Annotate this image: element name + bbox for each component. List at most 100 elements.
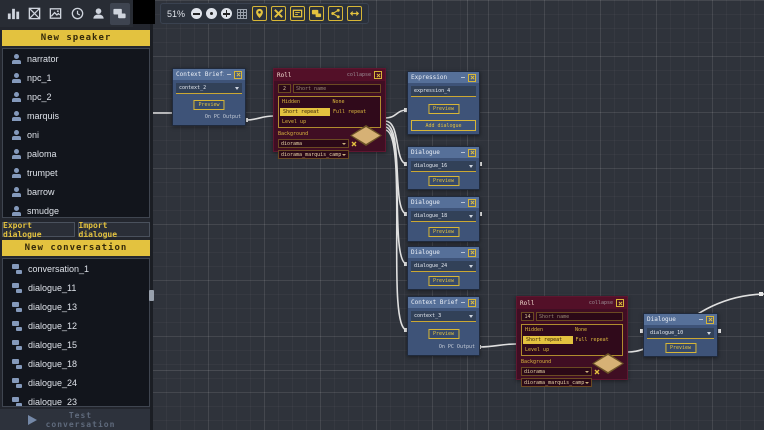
node-context-briefing-1[interactable]: Context Briefing context_2 Preview On PC…	[172, 68, 246, 126]
scene-file-select[interactable]: diorama_marquis_camp	[521, 378, 592, 387]
option-full-repeat[interactable]: Full repeat	[330, 109, 380, 115]
collapse-label[interactable]: collapse	[347, 72, 371, 78]
option-short-repeat-selected[interactable]: Short repeat	[523, 336, 573, 344]
close-icon[interactable]	[468, 298, 476, 307]
close-icon[interactable]	[374, 71, 382, 79]
roll-id-field[interactable]: 14	[521, 312, 534, 321]
node-header[interactable]: Dialogue	[644, 314, 717, 325]
dialogue-select[interactable]: dialogue_10	[647, 328, 714, 339]
context-select[interactable]: context_2	[176, 83, 242, 94]
character-icon[interactable]	[88, 3, 108, 25]
expression-field[interactable]: expression_4	[411, 86, 476, 97]
preview-button[interactable]: Preview	[427, 176, 460, 186]
clock-icon[interactable]	[67, 3, 87, 25]
branch-node-button[interactable]	[328, 6, 344, 21]
zoom-reset-button[interactable]	[206, 8, 218, 19]
test-conversation-button[interactable]: Test conversation	[0, 409, 152, 430]
node-dialogue-4[interactable]: Dialogue dialogue_10 Preview	[643, 313, 718, 357]
close-icon[interactable]	[234, 70, 242, 79]
conversation-list[interactable]: conversation_1 dialogue_11 dialogue_13 d…	[2, 258, 150, 407]
node-header[interactable]: Dialogue	[408, 147, 479, 158]
option-level-up[interactable]: Level up	[522, 347, 572, 353]
minimize-icon[interactable]	[461, 302, 465, 303]
collapse-label[interactable]: collapse	[589, 300, 613, 306]
option-hidden[interactable]: Hidden	[279, 99, 330, 105]
minimize-icon[interactable]	[461, 252, 465, 253]
option-short-repeat-selected[interactable]: Short repeat	[280, 108, 330, 116]
chat-icon[interactable]	[109, 2, 130, 25]
image-icon[interactable]	[46, 3, 66, 25]
context-select[interactable]: context_3	[411, 311, 476, 322]
preview-button[interactable]: Preview	[427, 276, 460, 286]
node-dialogue-2[interactable]: Dialogue dialogue_18 Preview	[407, 196, 480, 242]
roll-id-field[interactable]: 2	[278, 84, 291, 93]
close-icon[interactable]	[468, 198, 476, 207]
option-none[interactable]: None	[330, 99, 381, 105]
zoom-out-button[interactable]	[191, 8, 203, 19]
preview-button[interactable]: Preview	[427, 104, 460, 114]
location-pin-button[interactable]	[252, 6, 268, 21]
frame-node-button[interactable]	[290, 6, 306, 21]
close-icon[interactable]	[706, 315, 714, 324]
chevron-down-icon	[469, 314, 473, 318]
chart-icon[interactable]	[3, 3, 23, 25]
node-header[interactable]: Dialogue	[408, 197, 479, 208]
speaker-list[interactable]: narrator npc_1 npc_2 marquis oni paloma …	[2, 48, 150, 218]
node-dialogue-3[interactable]: Dialogue dialogue_24 Preview	[407, 246, 480, 290]
option-hidden[interactable]: Hidden	[522, 327, 572, 333]
delete-node-button[interactable]	[271, 6, 287, 21]
node-header[interactable]: Expression	[408, 72, 479, 83]
minimize-icon[interactable]	[699, 319, 703, 320]
zoom-level: 51%	[167, 8, 186, 19]
minimize-icon[interactable]	[461, 202, 465, 203]
close-icon[interactable]	[468, 148, 476, 157]
node-roll-1[interactable]: Roll collapse 2 Short name Hidden None S…	[273, 68, 386, 159]
preview-button[interactable]: Preview	[427, 329, 460, 339]
canvas-toolbar: 51%	[160, 3, 370, 24]
node-header[interactable]: Context Briefing	[408, 297, 479, 308]
node-header[interactable]: Roll collapse	[274, 69, 385, 81]
dialogue-node-button[interactable]	[309, 6, 325, 21]
preview-button[interactable]: Preview	[427, 227, 460, 237]
scene-select[interactable]: diorama	[278, 139, 349, 148]
dialogue-select[interactable]: dialogue_16	[411, 161, 476, 172]
node-header[interactable]: Roll collapse	[517, 297, 627, 309]
close-icon[interactable]	[616, 299, 624, 307]
close-icon[interactable]	[468, 73, 476, 82]
node-expression[interactable]: Expression expression_4 Preview Add dial…	[407, 71, 480, 135]
background-thumbnail-diamond[interactable]	[350, 125, 382, 146]
swap-arrows-button[interactable]	[347, 6, 363, 21]
node-header[interactable]: Context Briefing	[173, 69, 245, 80]
new-speaker-button[interactable]: New speaker	[2, 30, 150, 46]
minimize-icon[interactable]	[461, 152, 465, 153]
preview-button[interactable]: Preview	[193, 100, 225, 110]
preview-button[interactable]: Preview	[664, 343, 697, 353]
snap-grid-icon[interactable]	[236, 8, 248, 20]
dialogue-select[interactable]: dialogue_24	[411, 261, 476, 272]
new-conversation-button[interactable]: New conversation	[2, 240, 150, 256]
list-item: dialogue_18	[3, 354, 149, 373]
minimize-icon[interactable]	[227, 74, 231, 75]
sidebar-resize-grip[interactable]	[149, 290, 154, 301]
background-thumbnail-diamond[interactable]	[592, 353, 624, 374]
short-name-field[interactable]: Short name	[536, 312, 623, 321]
dialogue-select[interactable]: dialogue_18	[411, 211, 476, 222]
import-dialogue-button[interactable]: Import dialogue	[77, 221, 150, 239]
minimize-icon[interactable]	[461, 77, 465, 78]
option-full-repeat[interactable]: Full repeat	[573, 337, 623, 343]
sidebar-resize-handle[interactable]	[150, 0, 153, 430]
add-dialogue-button[interactable]: Add dialogue	[411, 120, 476, 131]
zoom-in-button[interactable]	[221, 8, 233, 19]
crate-icon[interactable]	[24, 3, 44, 25]
scene-file-select[interactable]: diorama_marquis_camp	[278, 150, 349, 159]
node-context-briefing-2[interactable]: Context Briefing context_3 Preview On PC…	[407, 296, 480, 356]
export-dialogue-button[interactable]: Export dialogue	[2, 221, 75, 239]
close-icon[interactable]	[468, 248, 476, 257]
node-header[interactable]: Dialogue	[408, 247, 479, 258]
option-level-up[interactable]: Level up	[279, 119, 330, 125]
node-dialogue-1[interactable]: Dialogue dialogue_16 Preview	[407, 146, 480, 190]
short-name-field[interactable]: Short name	[293, 84, 381, 93]
option-none[interactable]: None	[572, 327, 622, 333]
scene-select[interactable]: diorama	[521, 367, 592, 376]
node-roll-2[interactable]: Roll collapse 14 Short name Hidden None …	[516, 296, 628, 387]
